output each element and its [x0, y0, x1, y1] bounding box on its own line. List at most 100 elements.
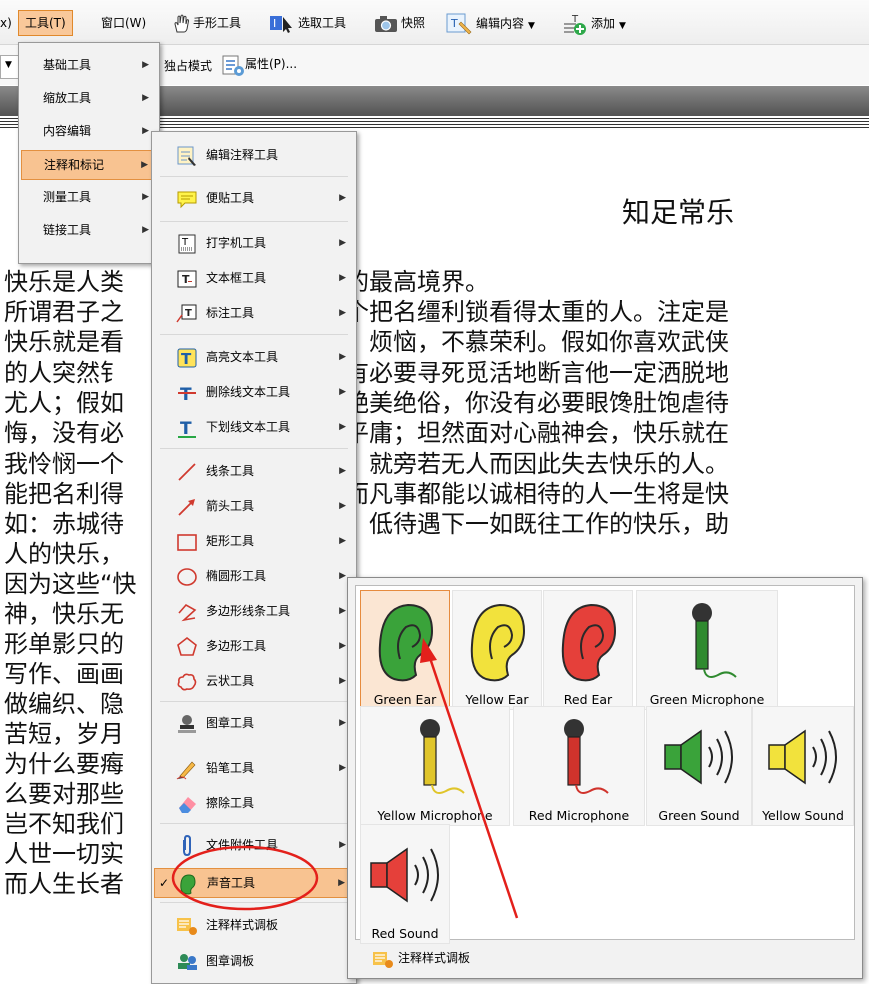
document-line-left: 为什么要痗: [4, 750, 124, 778]
toolbar-dropdown[interactable]: ▼: [0, 55, 20, 79]
hand-tool-button[interactable]: 手形工具: [172, 12, 241, 34]
document-line-left: 尤人；假如: [4, 389, 124, 417]
properties-button[interactable]: 属性(P)...: [221, 51, 297, 77]
tools-menu-item[interactable]: 测量工具 ▶: [21, 183, 157, 211]
annotation-menu-item[interactable]: 线条工具 ▶: [154, 457, 354, 485]
document-line-left: 的人突然钅: [4, 359, 124, 387]
annotation-menu-item[interactable]: T 下划线文本工具 ▶: [154, 413, 354, 441]
sound-palette-item[interactable]: Red Microphone: [513, 706, 645, 826]
menu-separator: [160, 334, 348, 335]
sound-palette-item[interactable]: Yellow Sound: [752, 706, 854, 826]
chevron-right-icon: ▶: [339, 501, 346, 511]
sound-palette-item[interactable]: Green Ear: [360, 590, 450, 710]
annotation-menu-item-label: 铅笔工具: [206, 761, 255, 775]
tools-menu-item[interactable]: 内容编辑 ▶: [21, 117, 157, 145]
annotation-menu-item[interactable]: ✓ 声音工具 ▶: [154, 868, 354, 898]
menu-tools[interactable]: 工具(T): [18, 10, 73, 36]
chevron-right-icon: ▶: [339, 606, 346, 616]
exclusive-mode-button[interactable]: 独占模式: [164, 57, 212, 74]
annotation-menu-item[interactable]: 文件附件工具 ▶: [154, 831, 354, 859]
tools-menu-item[interactable]: 缩放工具 ▶: [21, 84, 157, 112]
annotation-style-palette-link[interactable]: 注释样式调板: [372, 946, 470, 970]
annotation-menu-item[interactable]: T 高亮文本工具 ▶: [154, 343, 354, 371]
chevron-down-icon[interactable]: ▼: [619, 21, 626, 31]
edit-content-icon: T: [446, 13, 472, 35]
annotation-menu-item-label: 椭圆形工具: [206, 569, 267, 583]
chevron-right-icon: ▶: [339, 676, 346, 686]
menu-window[interactable]: 窗口(W): [101, 12, 146, 34]
annotation-menu-item[interactable]: T 删除线文本工具 ▶: [154, 378, 354, 406]
stamp-palette-icon: [176, 951, 197, 971]
properties-icon: [222, 55, 244, 76]
chevron-right-icon: ▶: [339, 273, 346, 283]
sound-palette-item[interactable]: Green Microphone: [636, 590, 778, 710]
document-line-left: 神，快乐无: [4, 600, 124, 628]
sound-palette-item-label: Yellow Ear: [465, 692, 529, 707]
annotation-menu-item[interactable]: 矩形工具 ▶: [154, 527, 354, 555]
select-text-icon: I: [270, 15, 292, 33]
checkmark-icon: ✓: [159, 876, 170, 890]
annotation-menu-item[interactable]: 椭圆形工具 ▶: [154, 562, 354, 590]
sound-palette-item[interactable]: Red Ear: [543, 590, 633, 710]
chevron-right-icon: ▶: [339, 238, 346, 248]
menu-separator: [160, 176, 348, 177]
menu-separator: [160, 448, 348, 449]
chevron-right-icon: ▶: [141, 160, 148, 170]
sound-palette-item[interactable]: Yellow Microphone: [360, 706, 510, 826]
svg-text:T: T: [181, 237, 189, 248]
annotation-menu-item-label: 下划线文本工具: [206, 420, 291, 434]
svg-text:T: T: [450, 17, 458, 30]
annotation-menu-item-label: 声音工具: [207, 876, 256, 890]
annotation-menu-item[interactable]: T 打字机工具 ▶: [154, 229, 354, 257]
annotation-menu-item-label: 多边形线条工具: [206, 604, 291, 618]
sound-palette-item-label: Green Microphone: [649, 692, 765, 707]
sound-palette-item[interactable]: Red Sound: [360, 824, 450, 944]
annotation-menu-item-label: 文本框工具: [206, 271, 267, 285]
annotation-menu-item[interactable]: T 文本框工具 ▶: [154, 264, 354, 292]
typewriter-icon: T: [176, 233, 196, 254]
properties-label: 属性(P)...: [245, 57, 298, 71]
chevron-down-icon[interactable]: ▼: [528, 21, 535, 31]
rectangle-icon: [176, 531, 197, 551]
annotation-menu-item[interactable]: 图章工具 ▶: [154, 709, 354, 737]
annotation-menu-item[interactable]: T 标注工具 ▶: [154, 299, 354, 327]
ellipse-icon: [176, 566, 197, 586]
annotation-menu-item[interactable]: 多边形工具 ▶: [154, 632, 354, 660]
sound-palette-item[interactable]: Yellow Ear: [452, 590, 542, 710]
menu-separator: [160, 221, 348, 222]
chevron-right-icon: ▶: [339, 308, 346, 318]
menu-partial-left[interactable]: x): [0, 12, 12, 34]
tools-menu-item[interactable]: 链接工具 ▶: [21, 216, 157, 244]
sticky-note-icon: [176, 188, 197, 209]
tools-menu-item-label: 注释和标记: [44, 158, 105, 172]
tools-menu-item[interactable]: 注释和标记 ▶: [21, 150, 157, 180]
chevron-right-icon: ▶: [142, 126, 149, 136]
cloud-icon: [176, 671, 197, 691]
add-button[interactable]: T 添加 ▼: [562, 12, 626, 35]
chevron-right-icon: ▶: [339, 840, 346, 850]
document-line-left: 么要对那些: [4, 780, 124, 808]
annotation-menu-item[interactable]: 编辑注释工具: [154, 141, 354, 169]
annotation-menu-item[interactable]: 多边形线条工具 ▶: [154, 597, 354, 625]
arrow-icon: [176, 496, 196, 516]
tools-menu-item[interactable]: 基础工具 ▶: [21, 51, 157, 79]
annotation-menu-item[interactable]: 便贴工具 ▶: [154, 184, 354, 212]
sound-palette-item-label: Red Ear: [563, 692, 613, 707]
edit-content-button[interactable]: T 编辑内容 ▼: [445, 12, 535, 35]
textbox-icon: T: [176, 268, 197, 288]
chevron-right-icon: ▶: [142, 192, 149, 202]
annotation-menu-item[interactable]: 箭头工具 ▶: [154, 492, 354, 520]
select-tool-button[interactable]: I 选取工具: [269, 12, 346, 34]
document-line-left: 苦短，岁月: [4, 720, 124, 748]
document-line-left: 做编织、隐: [4, 690, 124, 718]
annotation-menu-item[interactable]: 云状工具 ▶: [154, 667, 354, 695]
sound-palette-item[interactable]: Green Sound: [646, 706, 752, 826]
annotation-menu-item[interactable]: 图章调板: [154, 947, 354, 975]
menu-separator: [160, 701, 348, 702]
annotation-menu-item[interactable]: 铅笔工具 ▶: [154, 754, 354, 782]
document-line-left: 形单影只的: [4, 630, 124, 658]
polygon-icon: [176, 636, 197, 656]
annotation-menu-item[interactable]: 擦除工具: [154, 789, 354, 817]
snapshot-button[interactable]: 快照: [374, 12, 425, 34]
annotation-menu-item[interactable]: 注释样式调板: [154, 911, 354, 939]
